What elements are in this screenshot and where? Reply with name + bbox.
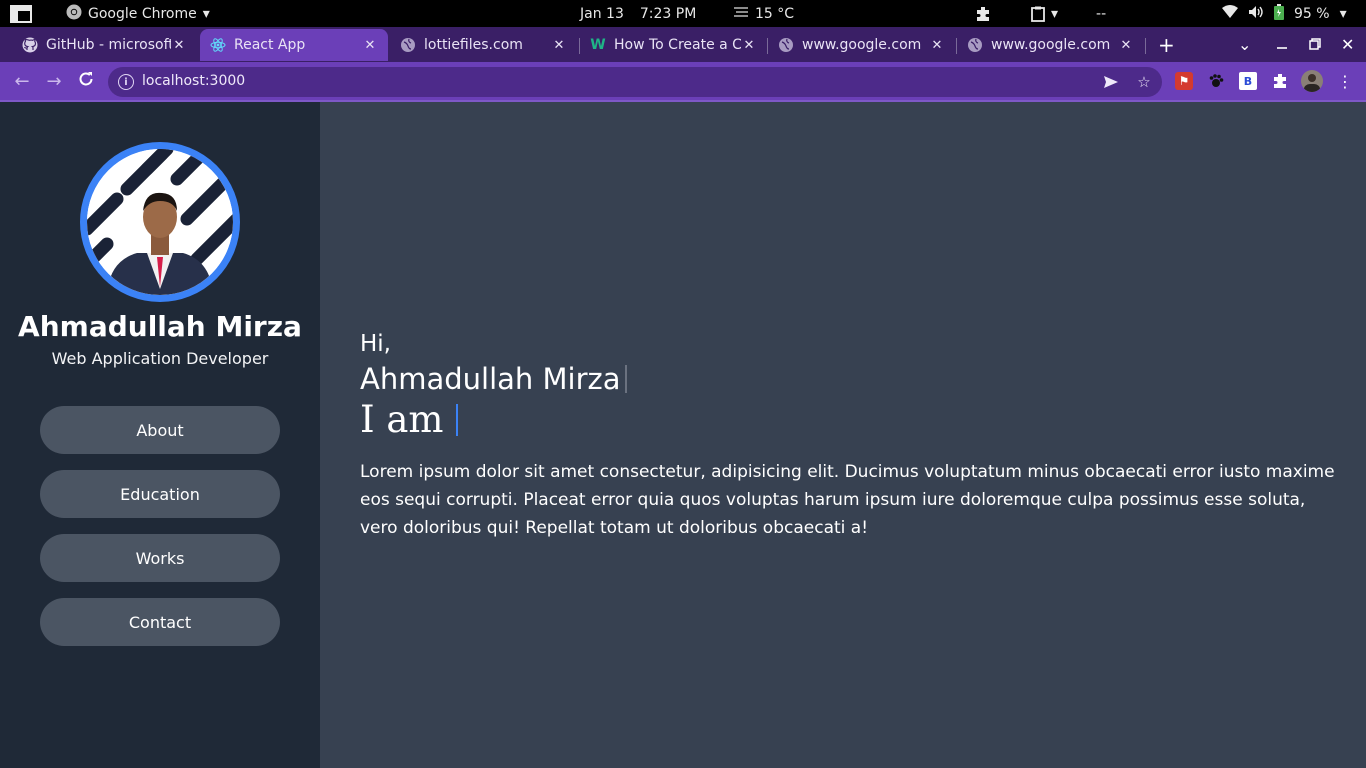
tab-title: How To Create a C xyxy=(614,37,741,53)
back-button[interactable]: ← xyxy=(12,70,32,92)
tab-lottiefiles[interactable]: lottiefiles.com ✕ xyxy=(390,29,577,61)
chevron-down-icon: ⌄ xyxy=(1238,35,1252,54)
extension-red-icon[interactable]: ⚑ xyxy=(1175,72,1193,90)
tab-strip: GitHub - microsoft ✕ React App ✕ lottief… xyxy=(0,27,1366,62)
time: 7:23 PM xyxy=(639,5,697,22)
close-icon[interactable]: ✕ xyxy=(362,38,378,53)
globe-icon xyxy=(967,37,983,53)
chevron-down-icon[interactable]: ▾ xyxy=(1051,6,1058,22)
minimize-button[interactable] xyxy=(1276,27,1288,62)
address-bar[interactable]: i localhost:3000 ☆ xyxy=(108,67,1162,97)
battery-icon xyxy=(1274,3,1284,24)
nav-contact-button[interactable]: Contact xyxy=(40,598,280,646)
chevron-down-icon: ▾ xyxy=(1339,5,1347,22)
profile-avatar xyxy=(80,142,240,302)
typing-cursor xyxy=(455,403,458,436)
fog-icon xyxy=(733,6,749,22)
date: Jan 13 xyxy=(580,5,624,22)
restore-button[interactable] xyxy=(1309,27,1321,62)
status-indicators[interactable]: 95 % ▾ xyxy=(1222,0,1347,27)
w-icon: W xyxy=(590,37,606,53)
nav-about-button[interactable]: About xyxy=(40,406,280,454)
close-icon[interactable]: ✕ xyxy=(551,38,567,53)
forward-button[interactable]: → xyxy=(44,70,64,92)
tab-title: www.google.com xyxy=(802,37,922,53)
typing-cursor xyxy=(624,365,627,393)
tab-search-button[interactable]: ⌄ xyxy=(1238,27,1251,62)
close-icon: ✕ xyxy=(1341,35,1355,54)
system-tray: ▾ -- xyxy=(975,0,1106,27)
react-icon xyxy=(210,37,226,53)
sidebar: Ahmadullah Mirza Web Application Develop… xyxy=(0,102,320,768)
tab-google-2[interactable]: www.google.com ✕ xyxy=(957,29,1144,61)
menu-kebab-icon[interactable]: ⋮ xyxy=(1336,72,1354,91)
info-icon[interactable]: i xyxy=(118,74,134,90)
hero-name-text: Ahmadullah Mirza xyxy=(360,362,621,396)
arrow-right-icon: → xyxy=(46,70,62,92)
tab-title: www.google.com xyxy=(991,37,1111,53)
github-icon xyxy=(22,37,38,53)
clipboard-icon[interactable] xyxy=(1031,6,1045,22)
tray-indicator-text: -- xyxy=(1096,5,1107,22)
puzzle-icon[interactable] xyxy=(975,6,991,22)
greeting: Hi, xyxy=(360,331,391,357)
reload-button[interactable] xyxy=(76,71,96,91)
battery-percentage: 95 % xyxy=(1294,5,1330,22)
minimize-icon xyxy=(1276,35,1288,54)
nav-works-button[interactable]: Works xyxy=(40,534,280,582)
app-name: Google Chrome xyxy=(88,5,197,22)
chrome-icon xyxy=(66,4,82,24)
tab-github[interactable]: GitHub - microsoft ✕ xyxy=(12,29,197,61)
profile-photo xyxy=(87,149,233,295)
extension-paw-icon[interactable] xyxy=(1207,72,1225,90)
temperature: 15 °C xyxy=(755,5,795,22)
chevron-down-icon: ▾ xyxy=(202,5,210,22)
main-content: Hi, Ahmadullah Mirza I am Lorem ipsum do… xyxy=(320,102,1366,768)
weather-indicator[interactable]: 15 °C xyxy=(733,0,794,27)
browser-toolbar: ← → i localhost:3000 ☆ ⚑ B ⋮ xyxy=(0,62,1366,100)
tab-google-1[interactable]: www.google.com ✕ xyxy=(768,29,955,61)
hero-name: Ahmadullah Mirza xyxy=(360,362,627,396)
clock[interactable]: Jan 13 7:23 PM xyxy=(580,0,696,27)
wifi-icon xyxy=(1222,4,1238,23)
tab-title: GitHub - microsoft xyxy=(46,37,171,53)
tab-separator xyxy=(1145,38,1146,54)
close-icon[interactable]: ✕ xyxy=(929,38,945,53)
activities-icon[interactable] xyxy=(10,0,32,27)
arrow-left-icon: ← xyxy=(14,70,30,92)
i-am-text: I am xyxy=(360,398,444,441)
close-icon[interactable]: ✕ xyxy=(171,38,187,53)
close-window-button[interactable]: ✕ xyxy=(1341,27,1354,62)
hero-description: Lorem ipsum dolor sit amet consectetur, … xyxy=(360,462,1335,538)
star-icon[interactable]: ☆ xyxy=(1135,73,1153,91)
extensions-puzzle-icon[interactable] xyxy=(1271,72,1289,90)
url-text: localhost:3000 xyxy=(142,73,246,89)
profile-avatar-icon[interactable] xyxy=(1301,70,1323,92)
close-icon[interactable]: ✕ xyxy=(1118,38,1134,53)
tab-how-to-create[interactable]: W How To Create a C ✕ xyxy=(580,29,767,61)
volume-icon xyxy=(1248,5,1264,23)
page-content: Ahmadullah Mirza Web Application Develop… xyxy=(0,102,1366,768)
restore-icon xyxy=(1309,35,1321,54)
nav-education-button[interactable]: Education xyxy=(40,470,280,518)
profile-name: Ahmadullah Mirza xyxy=(18,310,302,343)
globe-icon xyxy=(400,37,416,53)
plus-icon: + xyxy=(1158,32,1175,57)
app-menu[interactable]: Google Chrome ▾ xyxy=(66,0,210,27)
reload-icon xyxy=(78,71,94,92)
new-tab-button[interactable]: + xyxy=(1158,27,1175,62)
close-icon[interactable]: ✕ xyxy=(741,38,757,53)
tab-title: React App xyxy=(234,37,306,53)
system-top-bar: Google Chrome ▾ Jan 13 7:23 PM 15 °C ▾ -… xyxy=(0,0,1366,27)
send-icon[interactable] xyxy=(1102,73,1120,91)
hero-typewriter: I am xyxy=(360,398,458,441)
tab-title: lottiefiles.com xyxy=(424,37,523,53)
extension-b-icon[interactable]: B xyxy=(1239,72,1257,90)
profile-role: Web Application Developer xyxy=(51,349,269,368)
tab-react-app[interactable]: React App ✕ xyxy=(200,29,388,61)
globe-icon xyxy=(778,37,794,53)
